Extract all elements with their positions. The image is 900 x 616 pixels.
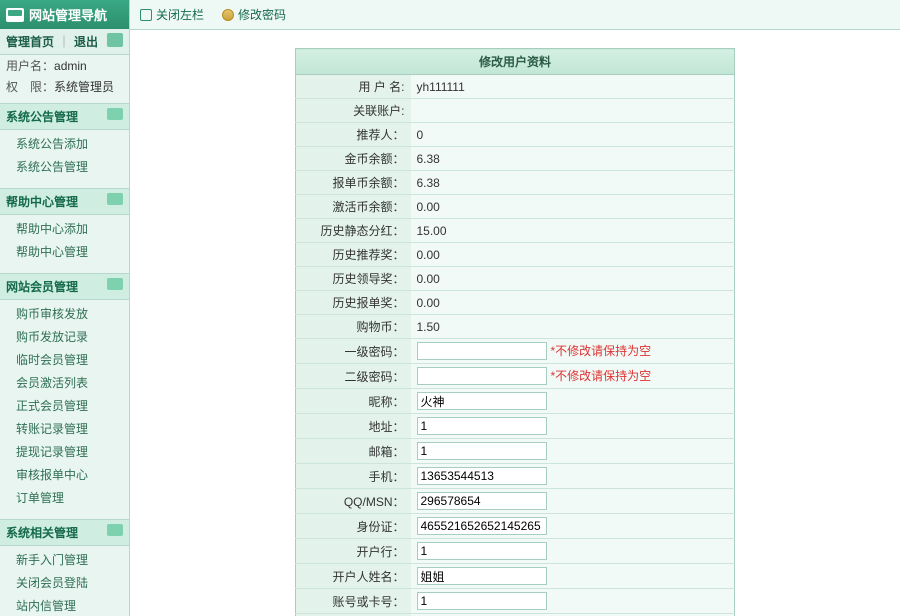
form-label: 开户人姓名： <box>296 564 411 589</box>
pwd2-label: 二级密码： <box>296 364 411 389</box>
form-label: 账号或卡号： <box>296 589 411 614</box>
user-label: 用户名： <box>6 59 54 73</box>
form-value: 6.38 <box>411 147 735 171</box>
group-icon <box>107 278 123 290</box>
form-label: 历史静态分红： <box>296 219 411 243</box>
form-value: yh111111 <box>411 75 735 99</box>
nick-input[interactable] <box>417 392 547 410</box>
form-value: 0 <box>411 123 735 147</box>
form-label: 关联账户: <box>296 99 411 123</box>
form-value: 1.50 <box>411 315 735 339</box>
form-value: 0.00 <box>411 267 735 291</box>
form-value: 15.00 <box>411 219 735 243</box>
pwd2-input[interactable] <box>417 367 547 385</box>
mail-input[interactable] <box>417 442 547 460</box>
card-input[interactable] <box>417 592 547 610</box>
menu-item[interactable]: 关闭会员登陆 <box>0 571 129 594</box>
addr-input[interactable] <box>417 417 547 435</box>
form-value: 0.00 <box>411 243 735 267</box>
menu-group: 系统公告管理系统公告添加系统公告管理 <box>0 103 129 182</box>
user-line: 用户名：admin <box>0 55 129 76</box>
group-icon <box>107 193 123 205</box>
menu-item[interactable]: 订单管理 <box>0 486 129 509</box>
menu-item[interactable]: 购币发放记录 <box>0 325 129 348</box>
form-label: 报单币余额： <box>296 171 411 195</box>
folder-icon <box>107 33 123 47</box>
form-label: 历史领导奖： <box>296 267 411 291</box>
menu-item[interactable]: 帮助中心管理 <box>0 240 129 263</box>
link-change-password[interactable]: 修改密码 <box>222 6 286 23</box>
menu-title[interactable]: 系统公告管理 <box>0 103 129 130</box>
form-label: 昵称： <box>296 389 411 414</box>
menu-item[interactable]: 购币审核发放 <box>0 302 129 325</box>
logo-icon <box>6 8 24 22</box>
menu-title[interactable]: 系统相关管理 <box>0 519 129 546</box>
menu-item[interactable]: 提现记录管理 <box>0 440 129 463</box>
sidebar-top: 管理首页 ｜ 退出 <box>0 29 129 55</box>
pwd1-input[interactable] <box>417 342 547 360</box>
form-label: 购物币： <box>296 315 411 339</box>
menu-item[interactable]: 新手入门管理 <box>0 548 129 571</box>
separator: ｜ <box>58 33 70 50</box>
bank-input[interactable] <box>417 542 547 560</box>
menu-item[interactable]: 正式会员管理 <box>0 394 129 417</box>
form-value: 0.00 <box>411 195 735 219</box>
menu-group: 网站会员管理购币审核发放购币发放记录临时会员管理会员激活列表正式会员管理转账记录… <box>0 273 129 513</box>
topbar: 关闭左栏 修改密码 <box>130 0 900 30</box>
form-label: 用 户 名: <box>296 75 411 99</box>
menu-item[interactable]: 系统公告管理 <box>0 155 129 178</box>
menu-group: 系统相关管理新手入门管理关闭会员登陆站内信管理 <box>0 519 129 616</box>
link-logout[interactable]: 退出 <box>74 33 98 50</box>
form-label: 手机： <box>296 464 411 489</box>
form-label: 历史推荐奖： <box>296 243 411 267</box>
idno-input[interactable] <box>417 517 547 535</box>
form-header: 修改用户资料 <box>296 49 735 75</box>
content: 修改用户资料 用 户 名:yh111111关联账户:推荐人：0金币余额：6.38… <box>130 30 900 616</box>
key-icon <box>222 9 234 21</box>
form-label: 地址： <box>296 414 411 439</box>
group-icon <box>107 108 123 120</box>
role-value: 系统管理员 <box>54 80 114 94</box>
form-label: 身份证： <box>296 514 411 539</box>
menu-item[interactable]: 帮助中心添加 <box>0 217 129 240</box>
user-value: admin <box>54 59 87 73</box>
form-label: 推荐人： <box>296 123 411 147</box>
form-label: 邮箱： <box>296 439 411 464</box>
collapse-icon <box>140 9 152 21</box>
form-label: 激活币余额： <box>296 195 411 219</box>
menu-item[interactable]: 站内信管理 <box>0 594 129 616</box>
acct-input[interactable] <box>417 567 547 585</box>
link-home[interactable]: 管理首页 <box>6 33 54 50</box>
user-form: 修改用户资料 用 户 名:yh111111关联账户:推荐人：0金币余额：6.38… <box>295 48 735 616</box>
menu-item[interactable]: 临时会员管理 <box>0 348 129 371</box>
main: 关闭左栏 修改密码 修改用户资料 用 户 名:yh111111关联账户:推荐人：… <box>130 0 900 616</box>
menu-title[interactable]: 网站会员管理 <box>0 273 129 300</box>
role-label: 权 限： <box>6 80 54 94</box>
sidebar-title: 网站管理导航 <box>29 5 107 24</box>
role-line: 权 限：系统管理员 <box>0 76 129 97</box>
sidebar-header: 网站管理导航 <box>0 0 129 29</box>
pwd1-hint: *不修改请保持为空 <box>551 344 652 358</box>
sidebar: 网站管理导航 管理首页 ｜ 退出 用户名：admin 权 限：系统管理员 系统公… <box>0 0 130 616</box>
phone-input[interactable] <box>417 467 547 485</box>
menu-item[interactable]: 会员激活列表 <box>0 371 129 394</box>
form-label: QQ/MSN： <box>296 489 411 514</box>
pwd2-hint: *不修改请保持为空 <box>551 369 652 383</box>
menu-item[interactable]: 转账记录管理 <box>0 417 129 440</box>
link-close-left[interactable]: 关闭左栏 <box>140 6 204 23</box>
form-value <box>411 99 735 123</box>
menu-group: 帮助中心管理帮助中心添加帮助中心管理 <box>0 188 129 267</box>
form-value: 6.38 <box>411 171 735 195</box>
qq-input[interactable] <box>417 492 547 510</box>
form-value: 0.00 <box>411 291 735 315</box>
form-label: 金币余额： <box>296 147 411 171</box>
menu-item[interactable]: 系统公告添加 <box>0 132 129 155</box>
menu-item[interactable]: 审核报单中心 <box>0 463 129 486</box>
group-icon <box>107 524 123 536</box>
pwd1-label: 一级密码： <box>296 339 411 364</box>
form-label: 开户行： <box>296 539 411 564</box>
form-label: 历史报单奖： <box>296 291 411 315</box>
menu-title[interactable]: 帮助中心管理 <box>0 188 129 215</box>
